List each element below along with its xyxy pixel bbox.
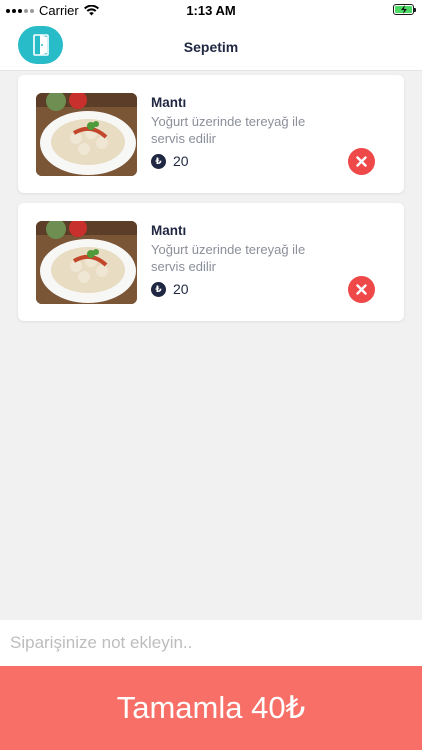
lira-icon: ₺ [151,153,166,169]
price-value: 20 [173,281,189,297]
dish-name: Mantı [151,223,187,238]
page-title: Sepetim [183,39,239,55]
status-time: 1:13 AM [186,3,236,18]
status-bar: Carrier 1:13 AM [0,0,422,22]
battery-icon [393,4,416,15]
dish-image [36,221,137,304]
order-note-input[interactable] [0,620,422,666]
remove-item-button[interactable] [348,276,375,303]
dish-name: Mantı [151,95,187,110]
cart-list: Mantı Yoğurt üzerinde tereyağ ile servis… [18,75,404,331]
nav-bar: Sepetim [0,22,422,71]
cart-item: Mantı Yoğurt üzerinde tereyağ ile servis… [18,203,404,321]
close-icon [356,156,367,167]
dish-description: Yoğurt üzerinde tereyağ ile servis edili… [151,114,306,146]
complete-order-button[interactable]: Tamamla 40₺ [0,666,422,750]
lira-icon: ₺ [151,281,166,297]
close-icon [356,284,367,295]
cart-item: Mantı Yoğurt üzerinde tereyağ ile servis… [18,75,404,193]
price-row: ₺ 20 [151,153,189,169]
price-row: ₺ 20 [151,281,189,297]
dish-description: Yoğurt üzerinde tereyağ ile servis edili… [151,242,306,274]
dish-image [36,93,137,176]
price-value: 20 [173,153,189,169]
remove-item-button[interactable] [348,148,375,175]
